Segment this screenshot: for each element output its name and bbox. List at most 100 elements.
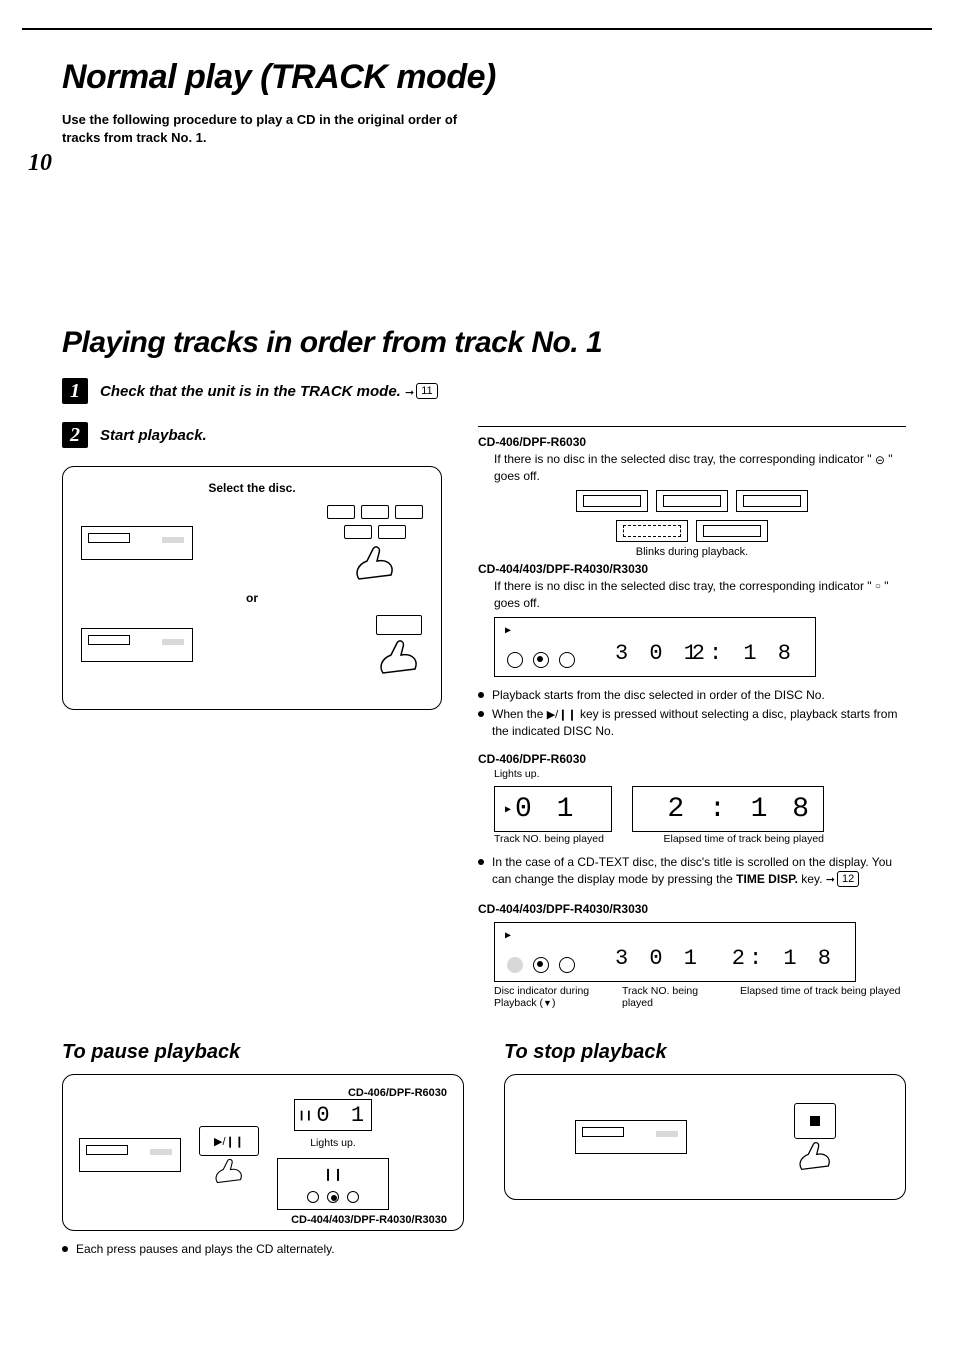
bullet-item: Each press pauses and plays the CD alter… — [62, 1241, 464, 1258]
pause-icon — [298, 1108, 312, 1123]
pause-heading: To pause playback — [62, 1041, 464, 1064]
pause-lcd-value: 0 1 — [316, 1103, 368, 1128]
circle-indicator-active — [533, 957, 549, 973]
bullet-item: In the case of a CD-TEXT disc, the disc'… — [478, 854, 906, 888]
circle-indicator — [559, 957, 575, 973]
time-disp-key-label: TIME DISP. — [736, 872, 798, 886]
elapsed-annotation: Elapsed time of track being played — [740, 986, 906, 1009]
arrow-icon — [826, 871, 835, 888]
disc-indicator-annotation: Disc indicator during Playback () — [494, 986, 604, 1009]
play-icon — [505, 802, 511, 816]
cdtext-tail: key. — [798, 872, 822, 886]
annotation-row-d: Disc indicator during Playback () Track … — [494, 986, 906, 1009]
finger-press-icon — [211, 1158, 247, 1184]
page-title: Normal play (TRACK mode) — [62, 58, 906, 97]
device-row-1 — [81, 505, 423, 581]
playback-bullets: Playback starts from the disc selected i… — [478, 687, 906, 740]
play-pause-icon — [547, 707, 577, 721]
model-label-d: CD-404/403/DPF-R4030/R3030 — [478, 902, 906, 916]
lights-up-label: Lights up. — [310, 1137, 356, 1150]
section-heading: Playing tracks in order from track No. 1 — [62, 326, 906, 360]
disc-slot-diagram — [562, 490, 822, 542]
bullet-item: Playback starts from the disc selected i… — [478, 687, 906, 704]
lcd-display-d: 3 0 1 2: 1 8 — [494, 922, 856, 982]
top-rule — [22, 28, 932, 30]
stop-key[interactable] — [794, 1103, 836, 1139]
cdtext-bullet: In the case of a CD-TEXT disc, the disc'… — [478, 854, 906, 888]
lcd-track-number: 3 0 1 — [615, 641, 701, 666]
lcd-time: 2: 1 8 — [732, 946, 835, 971]
step-2-badge: 2 — [62, 422, 88, 448]
disc-select-button[interactable] — [327, 505, 355, 519]
pause-bottom-lcd — [277, 1158, 389, 1210]
step-1-badge: 1 — [62, 378, 88, 404]
pause-display-stack: 0 1 Lights up. — [277, 1099, 389, 1210]
device-row-2 — [81, 615, 423, 675]
no-disc-text-b: If there is no disc in the selected disc… — [494, 578, 906, 610]
lcd-track-value: 0 1 — [515, 794, 577, 825]
pause-mini-lcd: 0 1 — [294, 1099, 372, 1131]
elapsed-annotation: Elapsed time of track being played — [634, 834, 824, 846]
track-no-annotation: Track NO. being played — [494, 834, 614, 846]
step-1-text: Check that the unit is in the TRACK mode… — [100, 383, 438, 400]
divider — [478, 426, 906, 427]
split-display-c: 0 1 2 : 1 8 — [494, 786, 906, 832]
circle-indicator-active — [327, 1191, 339, 1203]
page-ref-11: 11 — [405, 383, 438, 400]
arrow-icon — [405, 383, 414, 400]
lights-up-label: Lights up. — [494, 768, 906, 781]
disc-slot-icon — [875, 452, 885, 466]
pause-panel: CD-406/DPF-R6030 0 1 Light — [62, 1074, 464, 1231]
lcd-time-value: 2 : 1 8 — [667, 794, 813, 825]
pause-flex-row: 0 1 Lights up. — [79, 1099, 447, 1210]
device-illustration — [79, 1138, 181, 1172]
finger-press-icon — [351, 545, 399, 581]
stop-panel — [504, 1074, 906, 1200]
disc-select-button[interactable] — [378, 525, 406, 539]
step-2-text: Start playback. — [100, 427, 207, 444]
disc-slot — [656, 490, 728, 512]
stop-column: To stop playback — [504, 1015, 906, 1269]
page-ref-12: 12 — [826, 871, 859, 888]
play-button[interactable] — [376, 615, 422, 635]
disc-slot — [576, 490, 648, 512]
circle-indicator-solid — [507, 957, 523, 973]
model-label-a: CD-406/DPF-R6030 — [478, 435, 906, 449]
model-label-c: CD-406/DPF-R6030 — [478, 752, 906, 766]
blinks-caption: Blinks during playback. — [478, 546, 906, 558]
button-row-top — [327, 505, 423, 519]
pause-key-group — [199, 1126, 259, 1184]
play-pause-icon — [214, 1134, 244, 1148]
page-ref-box: 11 — [416, 383, 437, 399]
circle-indicator-icon — [875, 579, 881, 593]
device-illustration — [81, 628, 193, 662]
step-1-label: Check that the unit is in the TRACK mode… — [100, 383, 401, 400]
right-column: CD-406/DPF-R6030 If there is no disc in … — [478, 422, 906, 1009]
disc-slot-blinking — [616, 520, 688, 542]
intro-text: Use the following procedure to play a CD… — [62, 111, 462, 146]
circle-indicator-active — [533, 652, 549, 668]
start-playback-panel: Select the disc. — [62, 466, 442, 710]
or-label: or — [81, 591, 423, 605]
stop-icon — [810, 1116, 820, 1126]
pause-model-b: CD-404/403/DPF-R4030/R3030 — [79, 1214, 447, 1226]
circle-indicator — [347, 1191, 359, 1203]
circle-indicator — [507, 652, 523, 668]
circle-indicator — [307, 1191, 319, 1203]
disc-select-button[interactable] — [344, 525, 372, 539]
device-illustration — [575, 1120, 687, 1154]
model-label-b: CD-404/403/DPF-R4030/R3030 — [478, 562, 906, 576]
lcd-track-number: 3 0 1 — [615, 946, 701, 971]
lcd-time: 2: 1 8 — [692, 641, 795, 666]
button-row-bottom — [344, 525, 406, 539]
select-disc-label: Select the disc. — [81, 481, 423, 495]
step-2-row: 2 Start playback. — [62, 422, 442, 448]
disc-select-button[interactable] — [395, 505, 423, 519]
disc-indicator-circles — [507, 957, 575, 973]
play-pause-key[interactable] — [199, 1126, 259, 1156]
pause-icon — [323, 1165, 343, 1181]
annotation-row-c: Track NO. being played Elapsed time of t… — [494, 834, 906, 846]
play-icon — [505, 927, 511, 943]
pause-column: To pause playback CD-406/DPF-R6030 0 — [62, 1015, 464, 1269]
disc-select-button[interactable] — [361, 505, 389, 519]
